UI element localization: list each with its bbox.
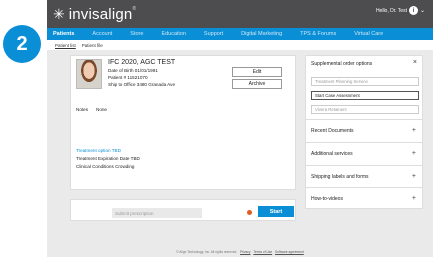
- section-label: Shipping labels and forms: [311, 173, 369, 180]
- patient-number: Patient # 11521070: [108, 75, 148, 80]
- breadcrumb-patient-file: Patient file: [81, 42, 103, 48]
- option-start-case-assessment[interactable]: Start Case Assessment: [311, 91, 419, 100]
- option-vivera-retainers[interactable]: Vivera Retainers: [311, 105, 419, 114]
- section-how-to-videos[interactable]: How-to-videos +: [306, 187, 422, 209]
- nav-item-support[interactable]: Support: [204, 31, 223, 37]
- section-label: How-to-videos: [311, 195, 343, 202]
- footer-privacy-link[interactable]: Privacy: [240, 250, 250, 254]
- user-info-icon: i: [408, 6, 418, 15]
- section-additional-services[interactable]: Additional services +: [306, 142, 422, 164]
- notes-value: None: [96, 107, 107, 112]
- footer: © Align Technology, Inc. All rights rese…: [47, 250, 433, 254]
- footer-copyright: © Align Technology, Inc. All rights rese…: [176, 250, 238, 254]
- footer-terms-link[interactable]: Terms of Use: [253, 250, 272, 254]
- close-icon[interactable]: ×: [413, 59, 417, 66]
- nav-item-virtual-care[interactable]: Virtual Care: [354, 31, 383, 37]
- section-label: Recent Documents: [311, 127, 354, 134]
- prescription-bar: Submit prescription Start: [70, 199, 296, 221]
- start-button[interactable]: Start: [258, 206, 294, 217]
- breadcrumb: Patient list Patient file: [47, 40, 433, 50]
- treatment-option-link[interactable]: Treatment option TBD: [76, 148, 121, 153]
- treatment-expiration: Treatment Expiration Date TBD: [76, 156, 140, 161]
- nav-item-account[interactable]: Account: [92, 31, 112, 37]
- brand-star-icon: ✳: [53, 6, 65, 22]
- patient-photo: [76, 59, 102, 89]
- plus-icon: +: [411, 127, 416, 134]
- main-nav: Patients Account Store Education Support…: [47, 28, 433, 40]
- brand-name: invisalign: [68, 5, 133, 23]
- patient-card: IFC 2020, AGC TEST Date of Birth 01/01/1…: [70, 55, 296, 190]
- alert-dot-icon: [247, 210, 252, 215]
- patient-ship-to: Ship to Office 3480 Granada Ave: [108, 82, 175, 87]
- user-menu[interactable]: Hello, Dr. Test i ⌄: [376, 6, 425, 15]
- plus-icon: +: [411, 150, 416, 157]
- nav-item-patients[interactable]: Patients: [53, 31, 74, 37]
- app-window: ✳ invisalign® Hello, Dr. Test i ⌄ Patien…: [47, 0, 433, 257]
- notes-label: Notes: [76, 107, 89, 112]
- footer-software-link[interactable]: Software agreement: [275, 250, 304, 254]
- nav-item-digital-marketing[interactable]: Digital Marketing: [241, 31, 282, 37]
- section-label: Additional services: [311, 150, 353, 157]
- nav-item-education[interactable]: Education: [161, 31, 185, 37]
- plus-icon: +: [411, 173, 416, 180]
- user-greeting: Hello, Dr. Test: [375, 7, 407, 14]
- main-content: IFC 2020, AGC TEST Date of Birth 01/01/1…: [55, 55, 423, 233]
- clinical-conditions: Clinical Conditions Crowding: [76, 164, 135, 169]
- brand-logo[interactable]: invisalign®: [69, 6, 137, 23]
- section-shipping-labels[interactable]: Shipping labels and forms +: [306, 165, 422, 187]
- edit-button[interactable]: Edit: [232, 67, 282, 77]
- section-recent-documents[interactable]: Recent Documents +: [306, 119, 422, 141]
- patient-name: IFC 2020, AGC TEST: [108, 59, 176, 66]
- archive-button[interactable]: Archive: [232, 79, 282, 89]
- nav-item-tps-forums[interactable]: TPS & Forums: [300, 31, 336, 37]
- nav-item-store[interactable]: Store: [130, 31, 143, 37]
- supplemental-options-panel: Supplemental order options × Treatment P…: [305, 55, 423, 209]
- plus-icon: +: [411, 195, 416, 202]
- step-number-badge: 2: [3, 25, 41, 63]
- tutorial-frame: 2 ✳ invisalign® Hello, Dr. Test i ⌄ Pati…: [0, 0, 433, 257]
- option-treatment-planning[interactable]: Treatment Planning Service: [311, 77, 419, 86]
- prescription-field[interactable]: Submit prescription: [112, 208, 202, 218]
- top-bar: ✳ invisalign® Hello, Dr. Test i ⌄: [47, 0, 433, 28]
- panel-title: Supplemental order options: [311, 61, 373, 67]
- patient-dob: Date of Birth 01/01/1991: [108, 68, 158, 73]
- brand-trademark: ®: [132, 5, 137, 12]
- chevron-down-icon: ⌄: [419, 8, 425, 14]
- breadcrumb-patient-list[interactable]: Patient list: [55, 43, 76, 48]
